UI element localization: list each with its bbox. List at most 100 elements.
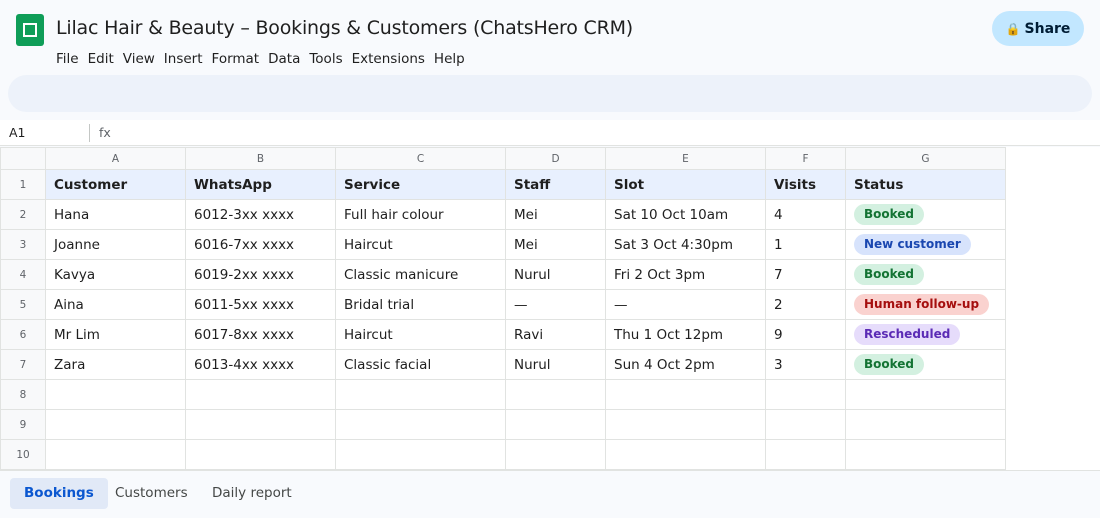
menu-file[interactable]: File bbox=[56, 51, 79, 71]
cell-service[interactable]: Haircut bbox=[335, 229, 506, 260]
empty-cell[interactable] bbox=[765, 409, 846, 440]
sheet-tab-bookings[interactable]: Bookings bbox=[10, 478, 108, 509]
cell-customer[interactable]: Hana bbox=[45, 199, 186, 230]
row-header[interactable]: 8 bbox=[0, 379, 46, 410]
column-title-slot[interactable]: Slot bbox=[605, 169, 766, 200]
column-header-f[interactable]: F bbox=[765, 147, 846, 170]
cell-visits[interactable]: 1 bbox=[765, 229, 846, 260]
column-title-whatsapp[interactable]: WhatsApp bbox=[185, 169, 336, 200]
empty-cell[interactable] bbox=[185, 439, 336, 470]
column-title-status[interactable]: Status bbox=[845, 169, 1006, 200]
cell-visits[interactable]: 3 bbox=[765, 349, 846, 380]
cell-visits[interactable]: 7 bbox=[765, 259, 846, 290]
cell-visits[interactable]: 2 bbox=[765, 289, 846, 320]
cell-visits[interactable]: 4 bbox=[765, 199, 846, 230]
empty-cell[interactable] bbox=[335, 409, 506, 440]
cell-staff[interactable]: — bbox=[505, 289, 606, 320]
cell-whatsapp[interactable]: 6013-4xx xxxx bbox=[185, 349, 336, 380]
cell-customer[interactable]: Zara bbox=[45, 349, 186, 380]
cell-service[interactable]: Haircut bbox=[335, 319, 506, 350]
empty-cell[interactable] bbox=[605, 409, 766, 440]
cell-status[interactable]: Rescheduled bbox=[845, 319, 1006, 350]
cell-service[interactable]: Classic facial bbox=[335, 349, 506, 380]
empty-cell[interactable] bbox=[505, 379, 606, 410]
sheet-tab-daily-report[interactable]: Daily report bbox=[198, 478, 306, 509]
cell-whatsapp[interactable]: 6019-2xx xxxx bbox=[185, 259, 336, 290]
cell-whatsapp[interactable]: 6017-8xx xxxx bbox=[185, 319, 336, 350]
cell-status[interactable]: Booked bbox=[845, 349, 1006, 380]
row-header[interactable]: 2 bbox=[0, 199, 46, 230]
cell-status[interactable]: New customer bbox=[845, 229, 1006, 260]
empty-cell[interactable] bbox=[845, 439, 1006, 470]
empty-cell[interactable] bbox=[335, 379, 506, 410]
empty-cell[interactable] bbox=[765, 439, 846, 470]
sheets-logo-icon[interactable] bbox=[16, 14, 44, 46]
column-header-e[interactable]: E bbox=[605, 147, 766, 170]
empty-cell[interactable] bbox=[185, 379, 336, 410]
row-header[interactable]: 4 bbox=[0, 259, 46, 290]
cell-service[interactable]: Full hair colour bbox=[335, 199, 506, 230]
empty-cell[interactable] bbox=[505, 409, 606, 440]
empty-cell[interactable] bbox=[845, 409, 1006, 440]
cell-customer[interactable]: Joanne bbox=[45, 229, 186, 260]
empty-cell[interactable] bbox=[45, 409, 186, 440]
empty-cell[interactable] bbox=[845, 379, 1006, 410]
cell-slot[interactable]: Sat 3 Oct 4:30pm bbox=[605, 229, 766, 260]
row-header[interactable]: 7 bbox=[0, 349, 46, 380]
row-header[interactable]: 5 bbox=[0, 289, 46, 320]
document-title[interactable]: Lilac Hair & Beauty – Bookings & Custome… bbox=[56, 17, 633, 39]
empty-cell[interactable] bbox=[505, 439, 606, 470]
row-header[interactable]: 1 bbox=[0, 169, 46, 200]
menu-extensions[interactable]: Extensions bbox=[352, 51, 425, 71]
cell-slot[interactable]: — bbox=[605, 289, 766, 320]
row-header[interactable]: 9 bbox=[0, 409, 46, 440]
empty-cell[interactable] bbox=[605, 379, 766, 410]
select-all-corner[interactable] bbox=[0, 147, 46, 170]
empty-cell[interactable] bbox=[335, 439, 506, 470]
row-header[interactable]: 3 bbox=[0, 229, 46, 260]
column-header-a[interactable]: A bbox=[45, 147, 186, 170]
column-title-staff[interactable]: Staff bbox=[505, 169, 606, 200]
menu-format[interactable]: Format bbox=[212, 51, 260, 71]
cell-staff[interactable]: Ravi bbox=[505, 319, 606, 350]
cell-slot[interactable]: Sun 4 Oct 2pm bbox=[605, 349, 766, 380]
share-button[interactable]: 🔒 Share bbox=[992, 11, 1084, 46]
cell-status[interactable]: Human follow-up bbox=[845, 289, 1006, 320]
menu-tools[interactable]: Tools bbox=[309, 51, 342, 71]
column-header-b[interactable]: B bbox=[185, 147, 336, 170]
cell-service[interactable]: Bridal trial bbox=[335, 289, 506, 320]
cell-slot[interactable]: Sat 10 Oct 10am bbox=[605, 199, 766, 230]
cell-staff[interactable]: Nurul bbox=[505, 259, 606, 290]
column-title-visits[interactable]: Visits bbox=[765, 169, 846, 200]
cell-staff[interactable]: Mei bbox=[505, 199, 606, 230]
menu-help[interactable]: Help bbox=[434, 51, 465, 71]
sheet-tab-customers[interactable]: Customers bbox=[101, 478, 202, 509]
row-header[interactable]: 10 bbox=[0, 439, 46, 470]
cell-customer[interactable]: Mr Lim bbox=[45, 319, 186, 350]
column-title-service[interactable]: Service bbox=[335, 169, 506, 200]
cell-whatsapp[interactable]: 6012-3xx xxxx bbox=[185, 199, 336, 230]
empty-cell[interactable] bbox=[45, 439, 186, 470]
cell-slot[interactable]: Thu 1 Oct 12pm bbox=[605, 319, 766, 350]
empty-cell[interactable] bbox=[605, 439, 766, 470]
column-header-c[interactable]: C bbox=[335, 147, 506, 170]
cell-visits[interactable]: 9 bbox=[765, 319, 846, 350]
column-title-customer[interactable]: Customer bbox=[45, 169, 186, 200]
menu-view[interactable]: View bbox=[123, 51, 155, 71]
cell-status[interactable]: Booked bbox=[845, 199, 1006, 230]
empty-cell[interactable] bbox=[185, 409, 336, 440]
name-box[interactable]: A1 bbox=[9, 125, 26, 140]
menu-data[interactable]: Data bbox=[268, 51, 300, 71]
cell-status[interactable]: Booked bbox=[845, 259, 1006, 290]
cell-whatsapp[interactable]: 6011-5xx xxxx bbox=[185, 289, 336, 320]
empty-cell[interactable] bbox=[765, 379, 846, 410]
column-header-g[interactable]: G bbox=[845, 147, 1006, 170]
cell-whatsapp[interactable]: 6016-7xx xxxx bbox=[185, 229, 336, 260]
column-header-d[interactable]: D bbox=[505, 147, 606, 170]
menu-edit[interactable]: Edit bbox=[88, 51, 114, 71]
cell-service[interactable]: Classic manicure bbox=[335, 259, 506, 290]
menu-insert[interactable]: Insert bbox=[164, 51, 203, 71]
cell-staff[interactable]: Nurul bbox=[505, 349, 606, 380]
row-header[interactable]: 6 bbox=[0, 319, 46, 350]
empty-cell[interactable] bbox=[45, 379, 186, 410]
